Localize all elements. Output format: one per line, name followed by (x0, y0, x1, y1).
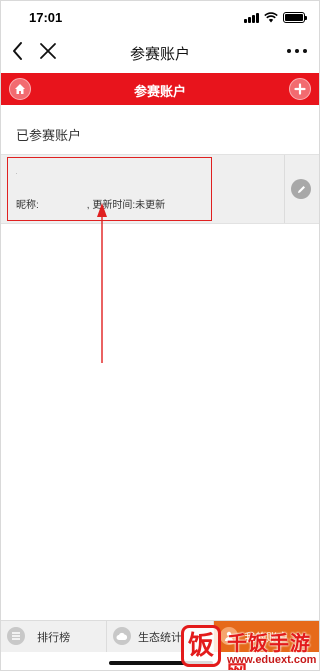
nav-bar: 参赛账户 (1, 33, 319, 71)
account-row[interactable]: · 昵称:, 更新时间:未更新 (1, 154, 319, 224)
annotation-highlight-box (7, 157, 212, 221)
status-bar: 17:01 (1, 1, 319, 33)
status-time: 17:01 (29, 10, 63, 25)
bottom-tab-bar: 排行榜 生态统计 我的账户 (1, 620, 319, 652)
account-name-placeholder: · (15, 168, 18, 178)
page-header: 参赛账户 (1, 73, 319, 105)
tab-ranking[interactable]: 排行榜 (1, 621, 108, 652)
signal-icon (244, 12, 259, 23)
tab-ecology-stats[interactable]: 生态统计 (107, 621, 214, 652)
wifi-icon (264, 11, 278, 22)
user-icon (219, 627, 238, 645)
plus-icon (294, 83, 306, 95)
update-time-value: 未更新 (135, 200, 166, 211)
tab-ecology-stats-label: 生态统计 (137, 631, 182, 644)
account-info: 昵称:, 更新时间:未更新 (16, 196, 165, 211)
nickname-label: 昵称: (16, 200, 39, 211)
cloud-icon (113, 627, 132, 645)
more-icon[interactable] (285, 43, 309, 59)
status-icons (244, 11, 307, 23)
tab-ranking-label: 排行榜 (37, 631, 71, 644)
phone-screen: 17:01 参赛账户 参赛账户 已参赛账户 · 昵称: , 更新时间:未更新 排… (0, 0, 320, 671)
home-indicator (109, 661, 213, 665)
battery-icon (283, 11, 307, 23)
add-account-button[interactable] (289, 78, 311, 100)
tab-my-account-label: 我的账户 (244, 631, 289, 644)
tab-my-account[interactable]: 我的账户 (213, 621, 319, 652)
annotation-arrow-icon (97, 203, 107, 363)
section-title: 已参赛账户 (16, 128, 82, 143)
nav-title: 参赛账户 (129, 46, 190, 63)
edit-button[interactable] (291, 179, 311, 199)
watermark-url: www.eduext.com (227, 654, 317, 666)
list-icon (7, 627, 25, 645)
pencil-icon (297, 185, 305, 193)
header-title: 参赛账户 (133, 84, 186, 99)
row-divider (284, 155, 285, 223)
